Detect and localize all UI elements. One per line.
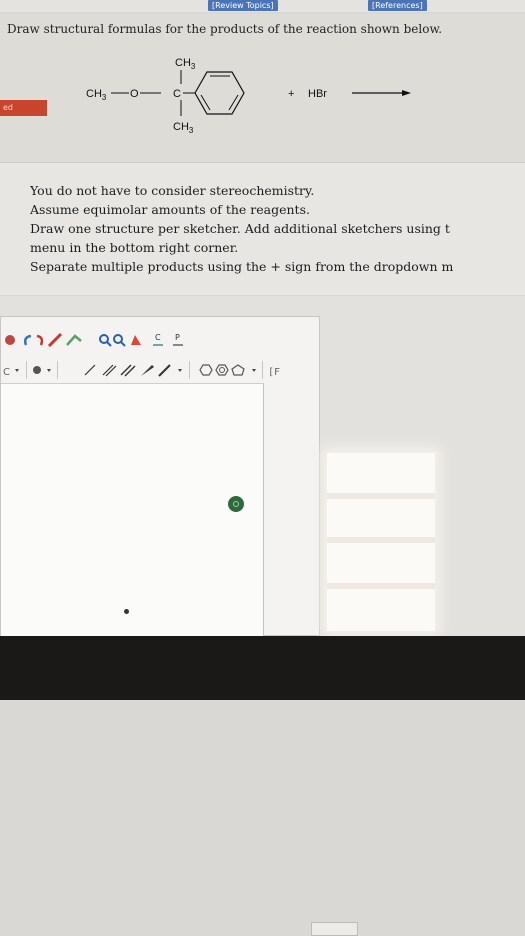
references-link[interactable]: [References] xyxy=(368,0,427,11)
ring-double-bond-3 xyxy=(200,94,211,111)
question-tab[interactable]: ed xyxy=(0,100,47,116)
reaction-drawing: CH3 CH3 O C CH3 + HBr xyxy=(86,57,411,135)
zoom-out-icon[interactable] xyxy=(113,334,126,347)
cyclopentane-icon[interactable] xyxy=(231,364,245,376)
review-topics-link[interactable]: [Review Topics] xyxy=(208,0,278,11)
canvas-cursor-dot xyxy=(124,609,129,614)
redo-icon[interactable] xyxy=(36,334,44,346)
reaction-arrowhead xyxy=(402,90,411,96)
add-sketcher-button[interactable] xyxy=(311,922,358,936)
instruction-item: Draw one structure per sketcher. Add add… xyxy=(30,219,525,257)
single-bond-icon[interactable] xyxy=(84,364,96,376)
hash-bond-icon[interactable] xyxy=(158,364,171,377)
reagent-label: HBr xyxy=(308,88,327,100)
chain-tool[interactable]: C xyxy=(153,333,163,346)
instruction-item: Separate multiple products using the + s… xyxy=(30,257,525,276)
benzene-icon[interactable] xyxy=(215,364,229,376)
instructions-panel: You do not have to consider stereochemis… xyxy=(0,162,525,295)
check-icon[interactable] xyxy=(228,496,244,512)
periodic-table-tool[interactable]: P xyxy=(173,333,183,346)
instruction-list: You do not have to consider stereochemis… xyxy=(30,181,525,276)
wedge-bond-icon[interactable] xyxy=(141,365,154,376)
sketcher-toolbar-top: C P xyxy=(5,332,183,348)
benzene-ring xyxy=(194,71,245,115)
svg-text:C: C xyxy=(155,333,161,342)
zoom-in-icon[interactable] xyxy=(99,334,112,347)
instruction-item: Assume equimolar amounts of the reagents… xyxy=(30,200,525,219)
atom-dropdown-icon[interactable]: C xyxy=(3,367,19,378)
svg-text:P: P xyxy=(175,333,180,342)
charge-dropdown-icon[interactable] xyxy=(33,366,51,374)
erase-icon[interactable] xyxy=(47,332,63,348)
cyclohexane-icon[interactable] xyxy=(199,364,213,376)
instruction-item: You do not have to consider stereochemis… xyxy=(30,181,525,200)
bond-dropdown-icon[interactable] xyxy=(178,369,182,372)
svg-text:C: C xyxy=(3,367,10,378)
marvin-sketcher: C P C [F xyxy=(0,316,320,636)
undo-icon[interactable] xyxy=(23,334,32,346)
double-bond-icon[interactable] xyxy=(102,364,117,377)
plus-sign: + xyxy=(288,88,294,100)
triple-bond-icon[interactable] xyxy=(120,364,136,377)
sketcher-area: C P C [F xyxy=(0,296,525,936)
new-document-icon[interactable] xyxy=(5,335,15,345)
drawing-canvas[interactable] xyxy=(1,383,264,636)
ring-dropdown-icon[interactable] xyxy=(252,369,256,372)
ch3-left-label: CH3 xyxy=(86,88,107,102)
ch3-bottom-label: CH3 xyxy=(173,121,194,135)
ring-double-bond-2 xyxy=(228,94,239,111)
question-panel: Draw structural formulas for the product… xyxy=(0,14,525,164)
svg-text:[F: [F xyxy=(268,367,280,378)
oxygen-label: O xyxy=(130,88,139,100)
sketcher-toolbar-bottom: C [F xyxy=(3,361,280,379)
bracket-icon[interactable]: [F xyxy=(268,367,280,378)
question-prompt: Draw structural formulas for the product… xyxy=(7,22,443,36)
monitor-bezel xyxy=(0,636,525,700)
reaction-scheme: CH3 CH3 O C CH3 + HBr xyxy=(80,54,420,158)
carbon-label: C xyxy=(173,88,181,100)
top-nav-bar: [Review Topics] [References] xyxy=(0,0,525,12)
ch3-top-label: CH3 xyxy=(175,57,196,71)
clean-icon[interactable] xyxy=(131,335,141,345)
select-icon[interactable] xyxy=(66,334,82,346)
screen-glare xyxy=(327,453,435,631)
